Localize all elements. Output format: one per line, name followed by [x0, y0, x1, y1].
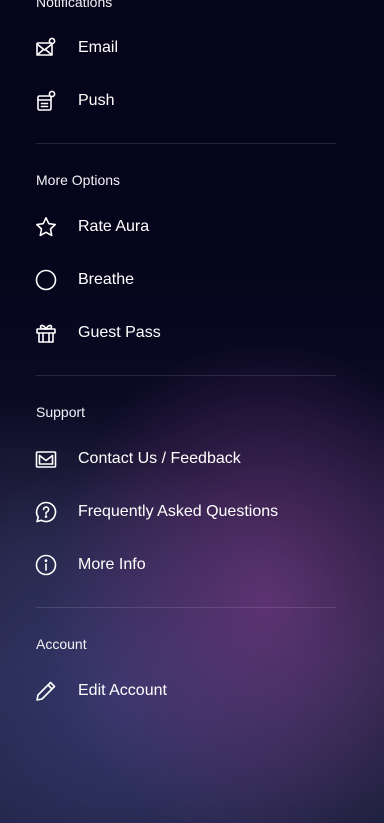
menu-item-email[interactable]: Email: [33, 28, 343, 68]
star-icon: [33, 214, 59, 240]
section-title-more-options: More Options: [36, 172, 121, 188]
section-title-notifications: Notifications: [36, 0, 113, 10]
menu-item-breathe[interactable]: Breathe: [33, 260, 343, 300]
info-icon: [33, 552, 59, 578]
menu-item-edit-account[interactable]: Edit Account: [33, 671, 343, 711]
circle-icon: [33, 267, 59, 293]
mail-icon: [33, 446, 59, 472]
menu-item-push[interactable]: Push: [33, 81, 343, 121]
section-title-support: Support: [36, 404, 86, 420]
section-title-account: Account: [36, 636, 87, 652]
menu-item-guest-pass-label: Guest Pass: [78, 324, 161, 341]
menu-item-breathe-label: Breathe: [78, 271, 135, 288]
divider: [36, 375, 336, 376]
menu-item-rate-aura[interactable]: Rate Aura: [33, 207, 343, 247]
menu-item-more-info-label: More Info: [78, 556, 146, 573]
menu-item-more-info[interactable]: More Info: [33, 545, 343, 585]
menu-item-contact-us[interactable]: Contact Us / Feedback: [33, 439, 343, 479]
question-bubble-icon: [33, 499, 59, 525]
menu-item-edit-account-label: Edit Account: [78, 682, 167, 699]
push-notification-icon: [33, 88, 59, 114]
menu-item-push-label: Push: [78, 92, 115, 109]
menu-item-contact-us-label: Contact Us / Feedback: [78, 450, 241, 467]
pencil-icon: [33, 678, 59, 704]
menu-item-email-label: Email: [78, 39, 119, 56]
email-notification-icon: [33, 35, 59, 61]
menu-item-faq-label: Frequently Asked Questions: [78, 503, 279, 520]
menu-item-faq[interactable]: Frequently Asked Questions: [33, 492, 343, 532]
gift-icon: [33, 320, 59, 346]
menu-item-guest-pass[interactable]: Guest Pass: [33, 313, 343, 353]
menu-item-rate-aura-label: Rate Aura: [78, 218, 150, 235]
divider: [36, 143, 336, 144]
divider: [36, 607, 336, 608]
